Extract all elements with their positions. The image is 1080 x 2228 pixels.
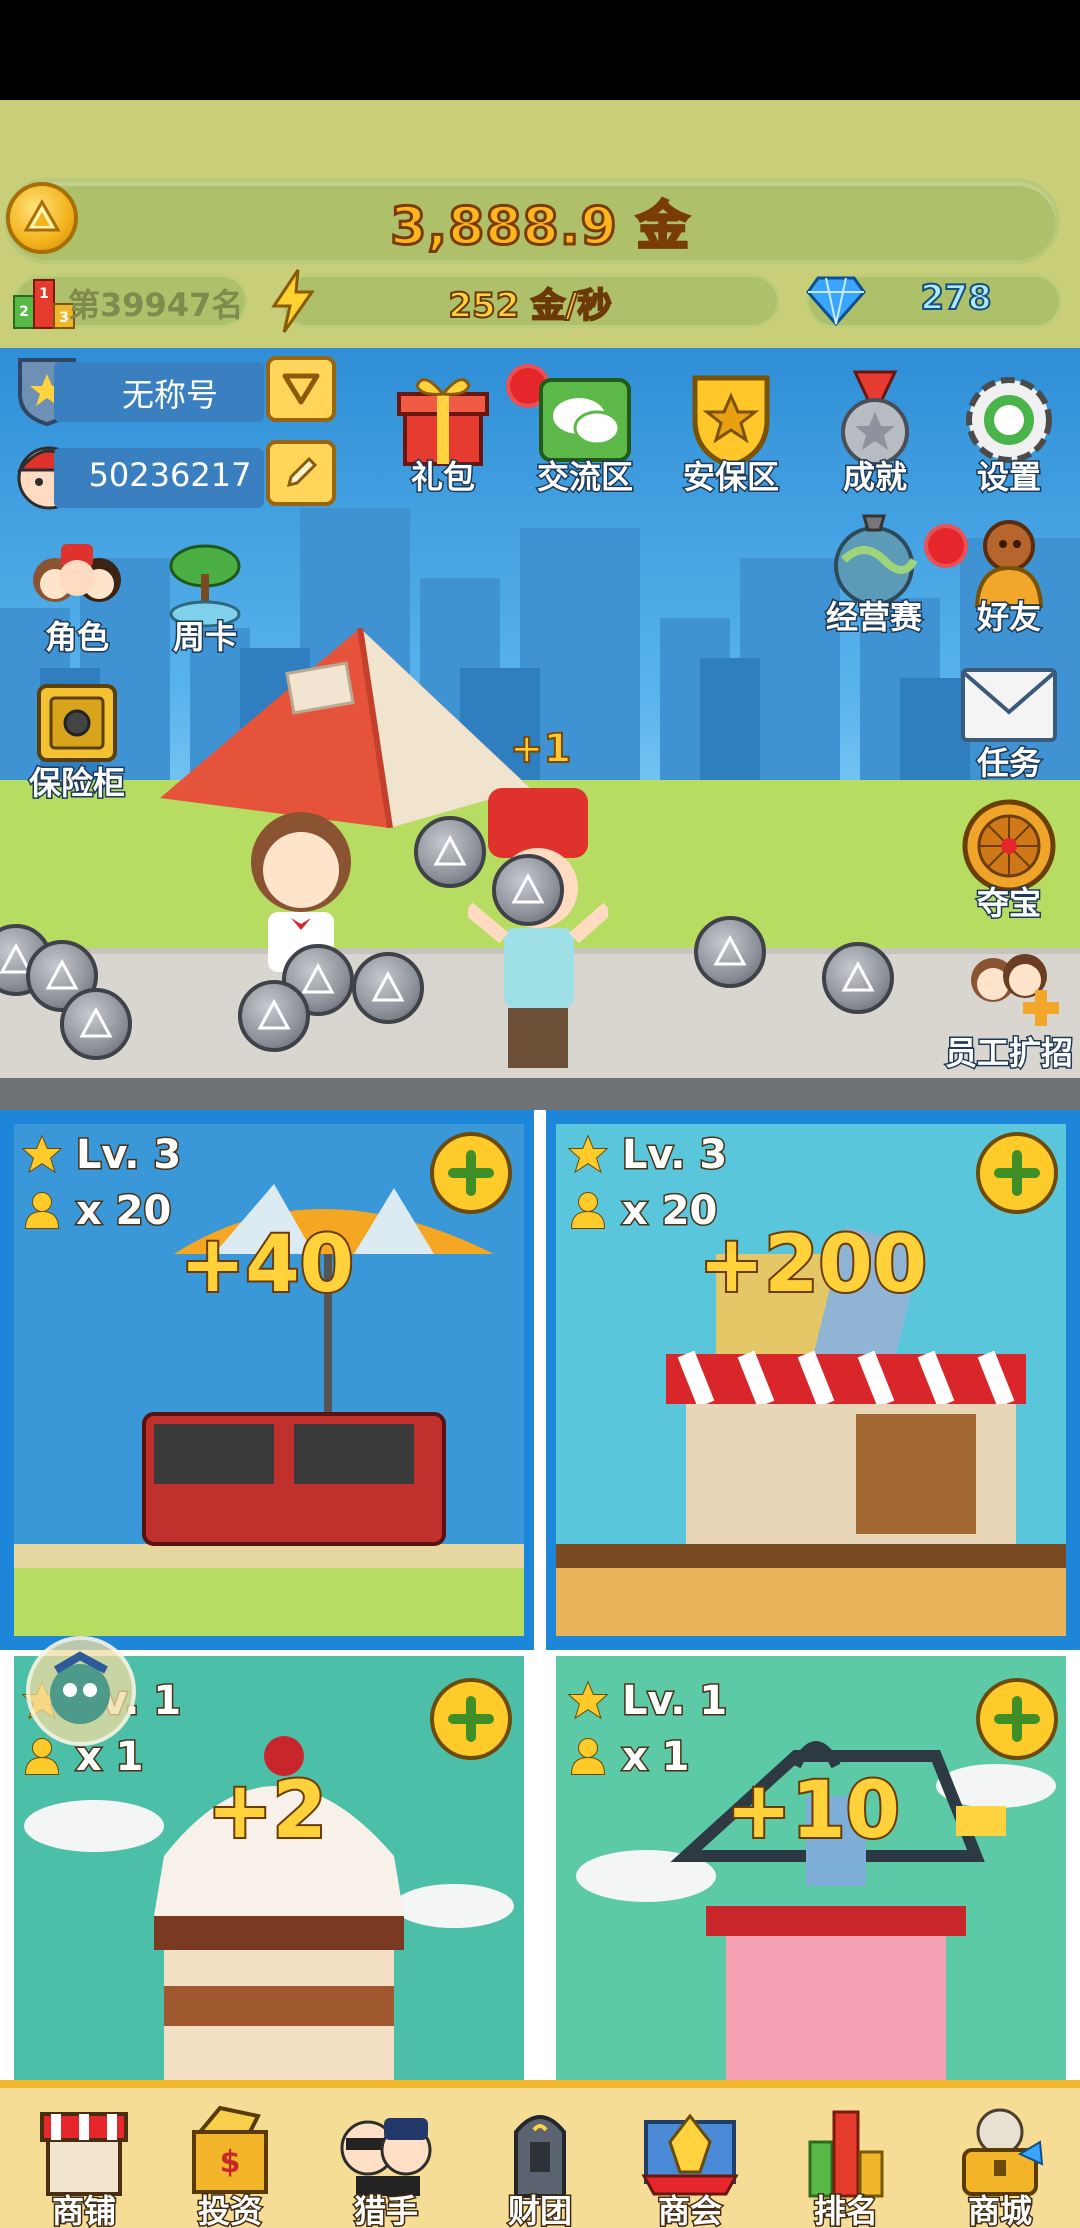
- nav-hunters[interactable]: 猎手: [326, 2102, 446, 2228]
- shop-level: Lv. 1: [568, 1677, 729, 1726]
- business-race-button[interactable]: 经营赛: [814, 510, 934, 638]
- star-icon: [22, 1134, 62, 1174]
- plus-icon: [448, 1150, 494, 1196]
- nav-mall[interactable]: 商城: [940, 2102, 1060, 2228]
- coin[interactable]: [694, 916, 766, 988]
- coin[interactable]: [238, 980, 310, 1052]
- resource-bar: 3,888.9 金 2 1 3 第39947名 252 金/秒 278: [0, 100, 1080, 348]
- safe-button[interactable]: 保险柜: [22, 676, 132, 804]
- player-id: 50236217: [88, 456, 252, 494]
- status-bar: [0, 0, 1080, 100]
- agents-icon: [340, 2118, 432, 2196]
- svg-text:1: 1: [39, 286, 49, 302]
- weekly-card-button[interactable]: 周卡: [150, 530, 260, 658]
- triangle-down-icon: [282, 373, 320, 405]
- star-icon: [568, 1134, 608, 1174]
- money-box-icon: $: [192, 2105, 268, 2194]
- coin[interactable]: [352, 952, 424, 1024]
- shop-card-bbq[interactable]: Lv. 3 x 20 +40: [0, 1110, 534, 1650]
- floating-assistant-button[interactable]: [26, 1636, 136, 1746]
- rank-text: 第39947名: [68, 286, 244, 324]
- nav-consortium[interactable]: 财团: [480, 2102, 600, 2228]
- treasure-chest-icon: [962, 2108, 1044, 2196]
- player-character: [468, 788, 608, 1068]
- bar-chart-icon: [808, 2110, 884, 2198]
- nav-ranking[interactable]: 排名: [786, 2102, 906, 2228]
- star-icon: [568, 1680, 608, 1720]
- title-dropdown-button[interactable]: [266, 356, 336, 422]
- svg-text:2: 2: [19, 304, 29, 320]
- chat-button[interactable]: 交流区: [530, 370, 640, 498]
- shop-income: +10: [724, 1764, 902, 1858]
- coin[interactable]: [492, 854, 564, 926]
- tasks-button[interactable]: 任务: [954, 656, 1064, 784]
- nav-chamber[interactable]: 商会: [630, 2102, 750, 2228]
- achievement-button[interactable]: 成就: [820, 370, 930, 498]
- shop-level: Lv. 3: [568, 1131, 729, 1180]
- podium-icon: 2 1 3: [13, 279, 75, 329]
- income-rate-text: 252 金/秒: [447, 285, 612, 327]
- upgrade-button[interactable]: [430, 1678, 512, 1760]
- hire-staff-button[interactable]: 员工扩招: [943, 940, 1075, 1074]
- rename-button[interactable]: [266, 440, 336, 506]
- settings-button[interactable]: 设置: [954, 370, 1064, 498]
- role-button[interactable]: 角色: [22, 530, 132, 658]
- player-title: 无称号: [121, 376, 218, 414]
- store-awning-icon: [40, 2112, 128, 2196]
- coin[interactable]: [60, 988, 132, 1060]
- shop-income: +200: [697, 1218, 929, 1312]
- upgrade-button[interactable]: [976, 1678, 1058, 1760]
- nav-shops[interactable]: 商铺: [24, 2102, 144, 2228]
- diamond-icon: [806, 276, 866, 327]
- pencil-icon: [286, 456, 318, 488]
- plus-icon: [448, 1696, 494, 1742]
- coin[interactable]: [414, 816, 486, 888]
- plus-one-popup: +1: [509, 725, 572, 773]
- friends-button[interactable]: 好友: [954, 510, 1064, 638]
- gift-pack-button[interactable]: 礼包: [388, 370, 498, 498]
- shop-level: Lv. 3: [22, 1131, 183, 1180]
- mascot-icon: [50, 1651, 110, 1724]
- upgrade-button[interactable]: [430, 1132, 512, 1214]
- svg-text:$: $: [220, 2145, 241, 2180]
- upgrade-button[interactable]: [976, 1132, 1058, 1214]
- security-zone-button[interactable]: 安保区: [676, 370, 786, 498]
- shop-grid: Lv. 3 x 20 +40 Lv. 3 x 20 +200 1 x 1 +2 …: [0, 1110, 1080, 2196]
- shop-income: +2: [205, 1764, 329, 1858]
- shop-card-drinks[interactable]: Lv. 3 x 20 +200: [546, 1110, 1080, 1650]
- gold-amount: 3,888.9 金: [389, 196, 691, 259]
- tower-icon: [514, 2115, 566, 2198]
- staff-plus-icon: [971, 954, 1059, 1026]
- plus-icon: [994, 1150, 1040, 1196]
- bottom-nav: 商铺 $ 投资 猎手 财团 商会 排名 商城: [0, 2080, 1080, 2228]
- chamber-emblem-icon: [641, 2113, 739, 2196]
- shop-income: +40: [178, 1218, 356, 1312]
- plus-icon: [994, 1696, 1040, 1742]
- nav-invest[interactable]: $ 投资: [170, 2102, 290, 2228]
- treasure-button[interactable]: 夺宝: [954, 796, 1064, 924]
- diamond-count: 278: [920, 277, 993, 319]
- coin[interactable]: [822, 942, 894, 1014]
